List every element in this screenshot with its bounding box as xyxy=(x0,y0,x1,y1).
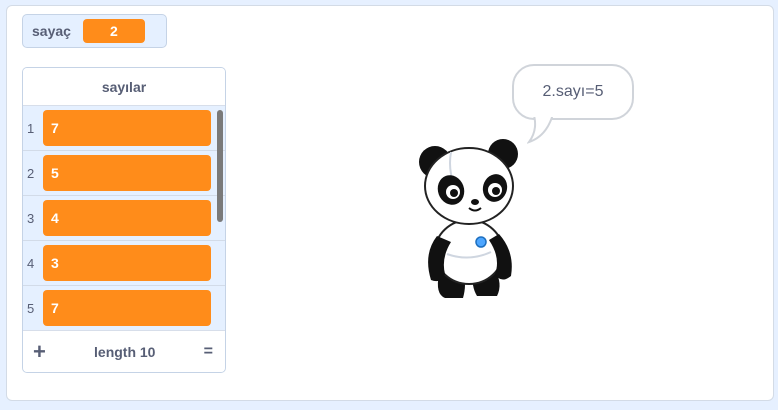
list-title: sayılar xyxy=(23,68,225,106)
list-item: 5 7 xyxy=(23,286,225,331)
variable-value: 2 xyxy=(82,19,145,43)
resize-handle[interactable]: = xyxy=(204,343,213,361)
speech-bubble-tail xyxy=(527,112,555,144)
list-item-index: 1 xyxy=(27,120,35,136)
list-length: length 10 xyxy=(94,343,156,360)
list-footer: + length 10 = xyxy=(23,330,225,372)
list-item: 2 5 xyxy=(23,151,225,196)
panda-sprite[interactable] xyxy=(411,134,521,304)
stage[interactable]: sayaç 2 sayılar 1 7 2 5 3 4 4 3 5 7 + le… xyxy=(6,5,774,401)
list-scrollbar[interactable] xyxy=(217,110,223,222)
list-monitor-sayilar[interactable]: sayılar 1 7 2 5 3 4 4 3 5 7 + length 10 … xyxy=(22,67,226,373)
list-body[interactable]: 1 7 2 5 3 4 4 3 5 7 xyxy=(23,106,225,331)
list-item: 4 3 xyxy=(23,241,225,286)
list-item: 1 7 xyxy=(23,106,225,151)
list-item-value[interactable]: 7 xyxy=(43,110,211,146)
speech-text: 2.sayı=5 xyxy=(542,83,604,100)
list-item-index: 2 xyxy=(27,165,35,181)
variable-monitor-sayac[interactable]: sayaç 2 xyxy=(22,14,167,48)
list-item-index: 5 xyxy=(27,300,35,316)
variable-name: sayaç xyxy=(32,23,71,39)
list-item-value[interactable]: 3 xyxy=(43,245,211,281)
list-item-index: 4 xyxy=(27,255,35,271)
list-item-value[interactable]: 7 xyxy=(43,290,211,326)
list-item-index: 3 xyxy=(27,210,35,226)
add-item-button[interactable]: + xyxy=(33,340,46,363)
list-item-value[interactable]: 4 xyxy=(43,200,211,236)
list-item-value[interactable]: 5 xyxy=(43,155,211,191)
list-item: 3 4 xyxy=(23,196,225,241)
